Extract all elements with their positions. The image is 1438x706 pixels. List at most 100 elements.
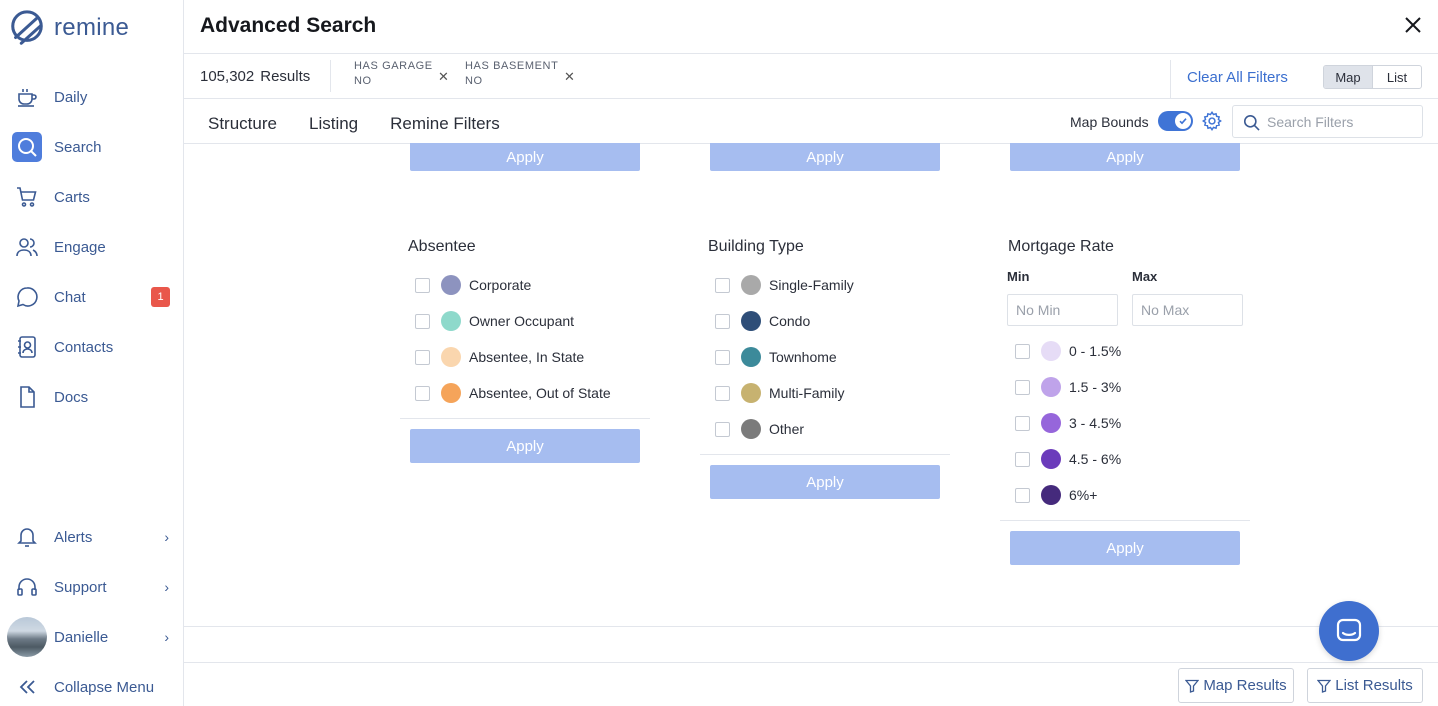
map-results-button[interactable]: Map Results (1178, 668, 1294, 703)
apply-button[interactable]: Apply (1010, 143, 1240, 171)
checkbox[interactable] (1015, 487, 1030, 503)
sidebar-item-user[interactable]: Danielle › (0, 617, 183, 657)
option-absentee-in-state: Absentee, In State (415, 346, 584, 368)
chat-launcher-button[interactable] (1319, 601, 1379, 661)
collapse-menu-button[interactable]: Collapse Menu (0, 667, 183, 706)
option-absentee-out-of-state: Absentee, Out of State (415, 382, 611, 404)
option-label: Townhome (769, 349, 837, 365)
search-filters-input[interactable] (1267, 106, 1417, 137)
mortgage-rate-apply-button[interactable]: Apply (1010, 531, 1240, 565)
building-type-apply-button[interactable]: Apply (710, 465, 940, 499)
checkbox[interactable] (1015, 343, 1030, 359)
option-label: 6%+ (1069, 487, 1098, 503)
cup-icon (12, 82, 42, 112)
option-label: Absentee, In State (469, 349, 585, 365)
sidebar-item-label: Chat (54, 288, 86, 306)
chat-icon (12, 282, 42, 312)
option-label: Other (769, 421, 805, 437)
mortgage-max-input[interactable] (1132, 294, 1243, 326)
remove-chip-icon[interactable]: ✕ (564, 69, 575, 85)
logo[interactable]: remine (8, 8, 129, 48)
filter-icon (1185, 679, 1200, 693)
chip-key: HAS GARAGE (354, 60, 433, 72)
close-icon[interactable] (1402, 14, 1424, 36)
sidebar-item-search[interactable]: Search (0, 127, 183, 167)
option-other: Other (715, 418, 804, 440)
view-toggle: Map List (1323, 65, 1422, 89)
color-dot (741, 275, 761, 295)
sidebar-item-engage[interactable]: Engage (0, 227, 183, 267)
checkbox[interactable] (715, 349, 730, 365)
chip-value: NO (465, 75, 483, 87)
color-dot (1041, 341, 1061, 361)
list-results-button[interactable]: List Results (1307, 668, 1423, 703)
chat-bubble-icon (1336, 618, 1362, 642)
sidebar: remine Daily Search Carts Engage Chat 1 (0, 0, 184, 706)
map-view-toggle[interactable]: Map (1324, 66, 1372, 88)
checkbox[interactable] (415, 349, 430, 365)
min-label: Min (1007, 269, 1030, 284)
color-dot (741, 311, 761, 331)
contacts-icon (12, 332, 42, 362)
color-dot (441, 275, 461, 295)
gear-icon[interactable] (1201, 110, 1223, 132)
sidebar-item-label: Alerts (54, 528, 93, 546)
absentee-title: Absentee (408, 238, 476, 255)
remine-logo-icon (11, 10, 43, 45)
sidebar-item-carts[interactable]: Carts (0, 177, 183, 217)
option-corporate: Corporate (415, 274, 531, 296)
check-icon (1175, 113, 1191, 129)
results-label: Results (260, 68, 311, 85)
checkbox[interactable] (715, 277, 730, 293)
apply-button[interactable]: Apply (710, 143, 940, 171)
option-condo: Condo (715, 310, 810, 332)
color-dot (441, 347, 461, 367)
chip-key: HAS BASEMENT (465, 60, 559, 72)
search-icon (12, 132, 42, 162)
absentee-apply-button[interactable]: Apply (410, 429, 640, 463)
tab-listing[interactable]: Listing (309, 114, 358, 134)
divider (400, 418, 650, 419)
checkbox[interactable] (1015, 451, 1030, 467)
map-bounds-toggle[interactable] (1158, 111, 1193, 131)
sidebar-item-label: Contacts (54, 338, 114, 356)
checkbox[interactable] (415, 385, 430, 401)
tab-remine-filters[interactable]: Remine Filters (390, 114, 500, 134)
option-rate-3-4-5: 3 - 4.5% (1015, 412, 1121, 434)
option-rate-6-plus: 6%+ (1015, 484, 1097, 506)
sidebar-item-support[interactable]: Support › (0, 567, 183, 607)
apply-button[interactable]: Apply (410, 143, 640, 171)
mortgage-min-input[interactable] (1007, 294, 1118, 326)
clear-all-filters-link[interactable]: Clear All Filters (1187, 69, 1288, 86)
tab-structure[interactable]: Structure (208, 114, 277, 134)
sidebar-item-chat[interactable]: Chat 1 (0, 277, 183, 317)
checkbox[interactable] (1015, 379, 1030, 395)
checkbox[interactable] (715, 313, 730, 329)
filter-tabs: Structure Listing Remine Filters (208, 114, 532, 134)
color-dot (441, 311, 461, 331)
divider (700, 454, 950, 455)
sidebar-item-daily[interactable]: Daily (0, 77, 183, 117)
divider (1170, 60, 1171, 98)
list-view-toggle[interactable]: List (1372, 66, 1421, 88)
checkbox[interactable] (415, 313, 430, 329)
option-label: Owner Occupant (469, 313, 575, 329)
filter-chip-has-garage: HAS GARAGE NO (354, 60, 433, 87)
checkbox[interactable] (415, 277, 430, 293)
sidebar-item-contacts[interactable]: Contacts (0, 327, 183, 367)
option-rate-0-1-5: 0 - 1.5% (1015, 340, 1121, 362)
divider (1000, 520, 1250, 521)
checkbox[interactable] (715, 385, 730, 401)
option-single-family: Single-Family (715, 274, 854, 296)
color-dot (741, 383, 761, 403)
building-type-title: Building Type (708, 238, 804, 255)
sidebar-item-label: Carts (54, 188, 90, 206)
cart-icon (12, 182, 42, 212)
checkbox[interactable] (1015, 415, 1030, 431)
max-label: Max (1132, 269, 1158, 284)
checkbox[interactable] (715, 421, 730, 437)
remove-chip-icon[interactable]: ✕ (438, 69, 449, 85)
sidebar-item-docs[interactable]: Docs (0, 377, 183, 417)
sidebar-item-alerts[interactable]: Alerts › (0, 517, 183, 557)
logo-text: remine (54, 14, 130, 41)
